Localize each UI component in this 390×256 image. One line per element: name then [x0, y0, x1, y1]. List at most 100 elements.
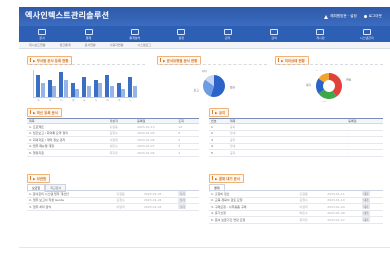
status-badge[interactable]: 대기: [362, 197, 370, 203]
table-cell: 이영희: [109, 137, 118, 142]
donut-chart: 완료진행 대기 반려: [306, 70, 352, 102]
table-cell: 5. 행정지침: [29, 150, 44, 155]
table-cell: 2023-01-05: [143, 191, 162, 196]
subnav-item[interactable]: 사용자현황: [110, 43, 124, 47]
status-badge[interactable]: 보기: [178, 197, 187, 203]
app-header: 엑사인텍스트관리솔루션 해피원방문 · 설정 로그아웃: [19, 7, 390, 26]
status-badge[interactable]: 보기: [178, 204, 187, 210]
bar-mark: [86, 85, 91, 97]
table-cell: 5: [211, 150, 213, 155]
status-badge[interactable]: 보기: [178, 191, 187, 197]
table-cell: 2: [211, 131, 213, 136]
header-util-logout[interactable]: 로그아웃: [363, 14, 382, 19]
table-cell: 보기: [178, 191, 199, 197]
table-cell: 홍길동: [109, 124, 118, 129]
table-row[interactable]: 5. 문서 보존기간 연장 요청 최지우 2023-01-07 대기: [209, 217, 383, 224]
table-cell: 이영희: [116, 204, 125, 209]
slice-label: 보고: [194, 88, 200, 92]
table-row[interactable]: 5 공지 -: [209, 150, 383, 157]
table-cell: 1. 프로젝트: [29, 124, 44, 129]
table-cell: 1: [211, 124, 213, 129]
bar-mark: [47, 80, 52, 97]
bar-mark: [121, 88, 126, 97]
table-cell: 이영희: [299, 204, 308, 209]
bar-mark: [93, 80, 98, 97]
nav-item-admin[interactable]: 관리: [205, 26, 251, 42]
notice-table: 번호 제목 등록일 1 공지 -2 안내 -3 공지 -4 안내 -5 공지 -: [209, 118, 383, 157]
slice-label: 일반: [230, 86, 236, 90]
table-cell: 대기: [362, 197, 383, 203]
subnav-item[interactable]: 문서현황: [85, 43, 96, 47]
table-cell: 2023-01-06: [137, 150, 155, 155]
table-cell: 김철수: [116, 198, 125, 203]
table-cell: 안내: [229, 131, 236, 136]
bar-mark: [70, 83, 75, 97]
nav-item-settings[interactable]: 설정: [158, 26, 204, 42]
table-cell: 2. 교육 계획서 검토 요청: [211, 198, 243, 203]
nav-item-stats[interactable]: 통계분석: [112, 26, 158, 42]
document-icon: [38, 28, 47, 35]
approval-table: 1. 출장비 정산 홍길동 2023-01-11 대기 2. 교육 계획서 검토 요청 김…: [209, 191, 383, 224]
dashboard-content: ▶ 부서별 문서 등록 현황 ▶ 문서유형별 문서 현황 ▶ 처리상태 현황 A…: [19, 50, 390, 256]
tick-label: F: [94, 98, 98, 103]
table-row[interactable]: 5. 행정지침 최지우 2023-01-06 2: [27, 150, 199, 157]
settings-icon: [177, 28, 186, 35]
table-cell: 김철수: [109, 131, 118, 136]
bar-mark: [105, 74, 110, 97]
bar-mark: [98, 83, 103, 97]
tick-label: I: [129, 99, 133, 103]
table-cell: 2023-01-07: [137, 144, 155, 149]
slice-label: 진행: [321, 101, 327, 102]
tick-label: C: [60, 98, 64, 103]
slice-label: 대기: [306, 83, 312, 87]
nav-item-search[interactable]: 검색: [251, 26, 297, 42]
footer-line: [19, 247, 390, 248]
tick-label: G: [106, 98, 110, 103]
table-cell: 2023-01-09: [327, 204, 345, 209]
status-badge[interactable]: 대기: [362, 191, 370, 197]
status-badge[interactable]: 대기: [362, 217, 370, 223]
table-cell: -: [348, 150, 350, 155]
notice-title: ▶ 공지: [209, 108, 230, 117]
header-util-settings[interactable]: 해피원방문 · 설정: [324, 14, 357, 19]
tick-label: H: [117, 98, 122, 103]
bar-mark: [52, 85, 57, 97]
subnav-item[interactable]: 시스템로그: [137, 43, 151, 47]
slice-label: 기타: [202, 70, 208, 73]
table-cell: 대기: [362, 217, 383, 223]
home-icon: [324, 14, 329, 19]
table-cell: -: [348, 144, 350, 149]
tick-label: A: [37, 98, 41, 103]
table-cell: 3. 구매요청 - 사무용품 구매: [211, 204, 247, 209]
table-cell: 3: [178, 144, 181, 149]
table-cell: 김철수: [299, 198, 308, 203]
tick-label: D: [71, 98, 76, 103]
pie-chart: 일반보고 기타: [194, 70, 236, 97]
table-cell: -: [348, 124, 350, 129]
status-badge[interactable]: 대기: [362, 204, 370, 210]
table-cell: 안내: [229, 144, 236, 149]
bar-mark: [109, 85, 114, 97]
table-cell: 4: [211, 144, 213, 149]
table-cell: 5: [178, 137, 181, 142]
table-cell: 2. 업무 보고서 작성 Guide: [29, 198, 64, 203]
nav-item-system[interactable]: 시스템관리: [344, 26, 390, 42]
table-cell: 최지우: [109, 150, 118, 155]
table-cell: 최지우: [299, 217, 308, 222]
status-badge[interactable]: 대기: [362, 210, 370, 216]
nav-item-approval[interactable]: 결재: [65, 26, 111, 42]
table-cell: 홍길동: [116, 191, 125, 196]
table-row[interactable]: 3. 업무 처리 양식 이영희 2023-01-03 보기: [27, 204, 199, 211]
table-cell: 3. 업무 처리 양식: [29, 204, 52, 209]
subnav-item[interactable]: 대시보드현황: [29, 43, 46, 47]
table-cell: -: [348, 131, 350, 136]
nav-item-board[interactable]: 게시판: [297, 26, 343, 42]
table-cell: 홍길동: [299, 191, 308, 196]
table-cell: 2023-01-08: [327, 211, 345, 216]
subnav-item[interactable]: 월간통계: [60, 43, 71, 47]
tick-label: E: [83, 98, 87, 103]
tick-label: B: [48, 98, 52, 103]
nav-item-document[interactable]: 문서: [19, 26, 65, 42]
table-cell: 2023-01-07: [327, 217, 345, 222]
board-icon: [316, 28, 325, 35]
